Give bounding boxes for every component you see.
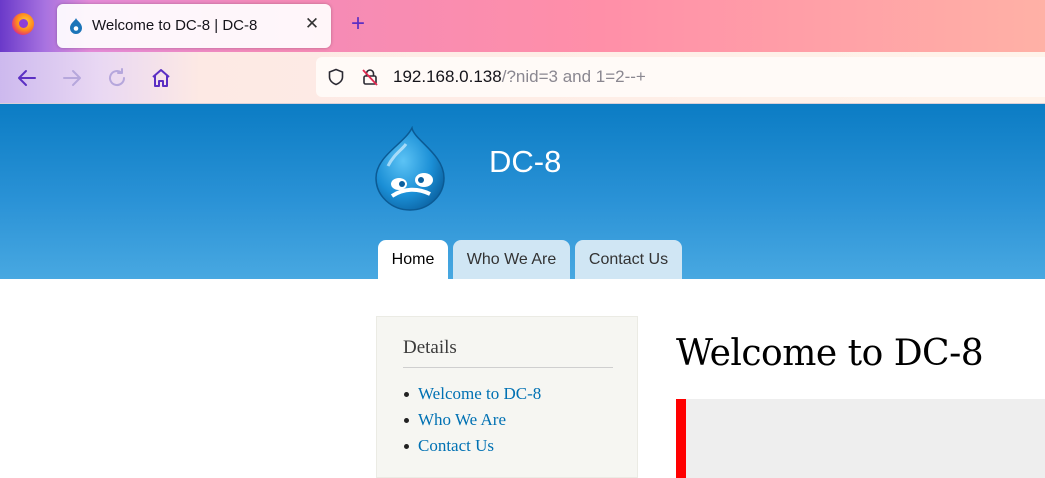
- list-item: Welcome to DC-8: [403, 384, 541, 410]
- link-contact-us[interactable]: Contact Us: [418, 436, 494, 455]
- plus-icon[interactable]: +: [346, 12, 370, 36]
- close-icon[interactable]: ✕: [301, 13, 323, 35]
- sidebar-details-block: Details Welcome to DC-8 Who We Are Conta…: [376, 316, 638, 478]
- details-link-list: Welcome to DC-8 Who We Are Contact Us: [403, 384, 541, 462]
- drupal-logo-icon[interactable]: [374, 126, 446, 211]
- reload-icon[interactable]: [105, 66, 129, 90]
- tab-who-we-are[interactable]: Who We Are: [453, 240, 570, 279]
- browser-tab-strip: Welcome to DC-8 | DC-8 ✕ +: [0, 0, 1045, 52]
- tab-home[interactable]: Home: [378, 240, 448, 279]
- shield-icon[interactable]: [327, 68, 345, 86]
- back-icon[interactable]: [15, 66, 39, 90]
- list-item: Who We Are: [403, 410, 541, 436]
- navigation-toolbar: 192.168.0.138/?nid=3 and 1=2--+: [0, 52, 1045, 104]
- forward-icon[interactable]: [60, 66, 84, 90]
- insecure-lock-icon[interactable]: [361, 68, 379, 86]
- site-name[interactable]: DC-8: [489, 144, 561, 180]
- firefox-logo-icon[interactable]: [12, 13, 34, 35]
- url-text: 192.168.0.138/?nid=3 and 1=2--+: [393, 67, 646, 87]
- error-message-box: [676, 399, 1045, 478]
- link-who-we-are[interactable]: Who We Are: [418, 410, 506, 429]
- url-bar[interactable]: 192.168.0.138/?nid=3 and 1=2--+: [316, 57, 1045, 97]
- link-welcome[interactable]: Welcome to DC-8: [418, 384, 541, 403]
- url-path: /?nid=3 and 1=2--+: [501, 67, 646, 86]
- browser-tab[interactable]: Welcome to DC-8 | DC-8 ✕: [57, 4, 331, 48]
- home-icon[interactable]: [149, 66, 173, 90]
- block-title: Details: [403, 337, 613, 368]
- error-border: [676, 399, 686, 478]
- tab-contact-us[interactable]: Contact Us: [575, 240, 682, 279]
- url-host: 192.168.0.138: [393, 67, 502, 86]
- site-header: DC-8 Home Who We Are Contact Us: [0, 104, 1045, 279]
- page-title: Welcome to DC-8: [676, 333, 984, 374]
- drupal-favicon-icon: [70, 18, 82, 34]
- tab-title: Welcome to DC-8 | DC-8: [92, 17, 258, 34]
- list-item: Contact Us: [403, 436, 541, 462]
